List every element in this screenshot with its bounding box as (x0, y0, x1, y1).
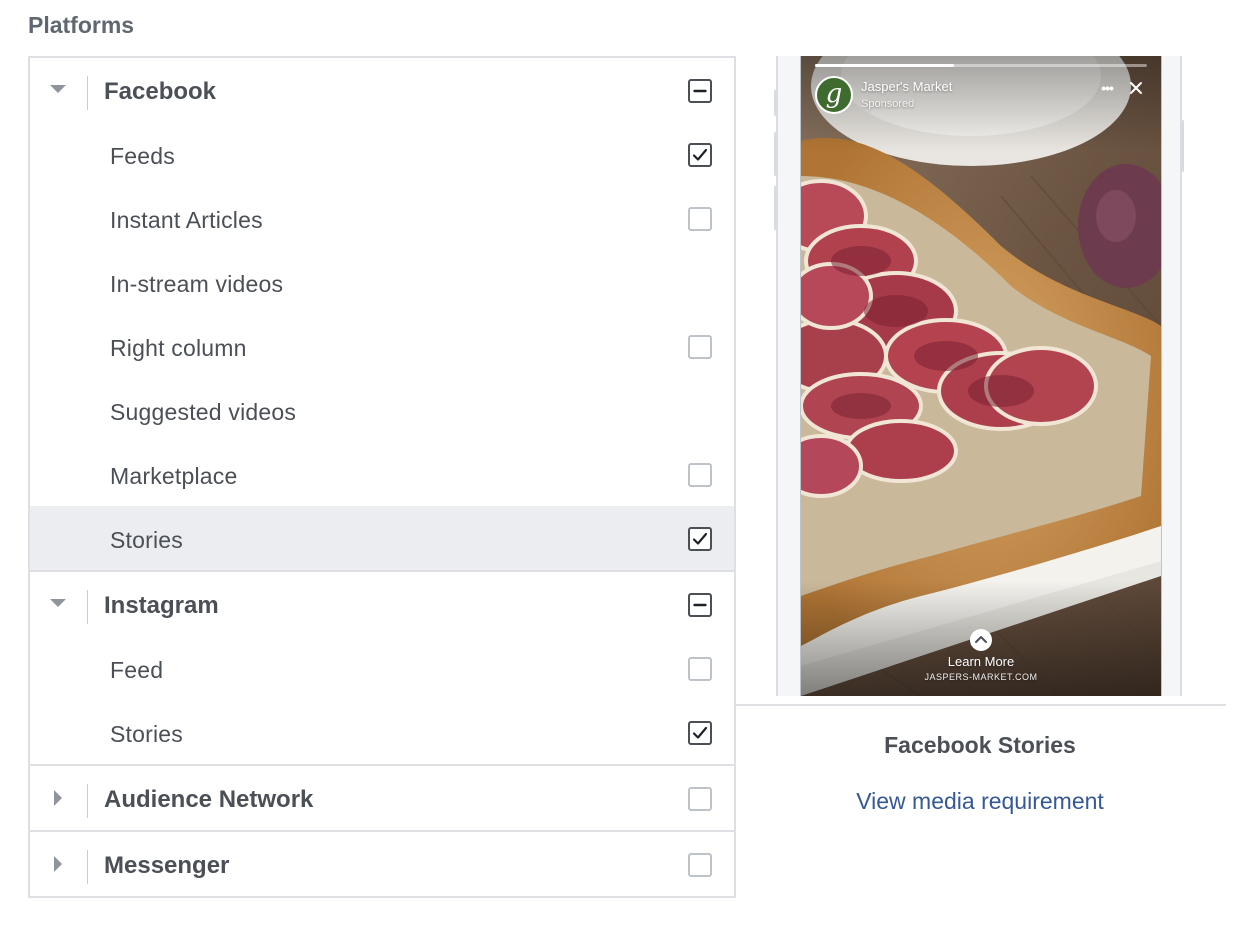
phone-side-button (774, 132, 777, 176)
placement-checkbox-facebook-instant-articles[interactable] (688, 207, 712, 231)
story-progress-bar (815, 64, 1147, 67)
caret-down-icon[interactable] (46, 78, 70, 102)
story-ad-preview: g Jasper's Market Sponsored ••• Learn Mo… (774, 56, 1184, 696)
close-icon[interactable] (1127, 79, 1145, 97)
minus-icon (693, 89, 707, 93)
platform-group-instagram: Instagram Feed Stories (30, 570, 734, 764)
view-media-requirement-link[interactable]: View media requirement (734, 786, 1226, 816)
platform-row-messenger[interactable]: Messenger (30, 832, 734, 896)
platform-label: Instagram (104, 592, 219, 619)
placement-label: Suggested videos (110, 399, 297, 425)
platform-label: Audience Network (104, 786, 314, 813)
placement-checkbox-instagram-stories[interactable] (688, 721, 712, 745)
phone-side-button (774, 90, 777, 116)
phone-screen: g Jasper's Market Sponsored ••• Learn Mo… (800, 56, 1162, 696)
platform-group-audience-network: Audience Network (30, 764, 734, 830)
platform-row-facebook[interactable]: Facebook (30, 58, 734, 122)
checkmark-icon (692, 532, 708, 545)
placement-label: In-stream videos (110, 271, 284, 297)
platform-divider (87, 76, 88, 110)
placements-panel: Facebook Feeds Instant Articles In-stream v… (28, 56, 736, 898)
placement-label: Marketplace (110, 463, 238, 489)
cta-learn-more[interactable]: Learn More (801, 654, 1161, 669)
placement-checkbox-facebook-marketplace[interactable] (688, 463, 712, 487)
chevron-up-icon[interactable] (970, 629, 992, 651)
placement-row-facebook-instant-articles[interactable]: Instant Articles (30, 186, 734, 250)
platform-group-facebook: Facebook Feeds Instant Articles In-stream v… (30, 58, 734, 570)
caret-down-icon[interactable] (46, 592, 70, 616)
placement-label: Stories (110, 527, 183, 553)
platform-divider (87, 850, 88, 884)
sponsored-label: Sponsored (861, 98, 915, 110)
checkmark-icon (692, 726, 708, 739)
phone-side-button (1181, 120, 1184, 172)
checkmark-icon (692, 148, 708, 161)
platform-divider (87, 784, 88, 818)
placement-checkbox-instagram-feed[interactable] (688, 657, 712, 681)
platform-checkbox-audience-network[interactable] (688, 787, 712, 811)
placement-row-facebook-feeds[interactable]: Feeds (30, 122, 734, 186)
placement-row-facebook-marketplace[interactable]: Marketplace (30, 442, 734, 506)
platform-group-messenger: Messenger (30, 830, 734, 896)
placement-checkbox-facebook-feeds[interactable] (688, 143, 712, 167)
platform-row-instagram[interactable]: Instagram (30, 572, 734, 636)
platform-row-audience-network[interactable]: Audience Network (30, 766, 734, 830)
placement-label: Feed (110, 657, 164, 683)
placement-row-facebook-in-stream-videos[interactable]: In-stream videos (30, 250, 734, 314)
minus-icon (693, 603, 707, 607)
platform-checkbox-messenger[interactable] (688, 853, 712, 877)
platform-divider (87, 590, 88, 624)
section-title: Platforms (28, 12, 135, 38)
caret-right-icon[interactable] (46, 852, 70, 876)
placement-row-facebook-right-column[interactable]: Right column (30, 314, 734, 378)
preview-divider (734, 704, 1226, 706)
placement-row-instagram-feed[interactable]: Feed (30, 636, 734, 700)
platform-label: Facebook (104, 78, 217, 105)
platform-checkbox-facebook[interactable] (688, 79, 712, 103)
platform-checkbox-instagram[interactable] (688, 593, 712, 617)
placement-label: Feeds (110, 143, 175, 169)
story-progress-fill (815, 64, 955, 67)
placement-row-facebook-stories[interactable]: Stories (30, 506, 734, 570)
placement-label: Right column (110, 335, 247, 361)
ellipsis-icon[interactable]: ••• (1096, 80, 1118, 96)
brand-name: Jasper's Market (861, 79, 953, 94)
placement-label: Instant Articles (110, 207, 263, 233)
placement-row-instagram-stories[interactable]: Stories (30, 700, 734, 764)
placement-label: Stories (110, 721, 183, 747)
caret-right-icon[interactable] (46, 786, 70, 810)
phone-side-button (774, 186, 777, 230)
placement-checkbox-facebook-stories[interactable] (688, 527, 712, 551)
fig-tart-photo (801, 56, 1161, 696)
preview-placement-title: Facebook Stories (884, 732, 1076, 758)
placement-row-facebook-suggested-videos[interactable]: Suggested videos (30, 378, 734, 442)
placement-checkbox-facebook-right-column[interactable] (688, 335, 712, 359)
cta-url: JASPERS-MARKET.COM (924, 672, 1038, 682)
brand-avatar: g (815, 76, 853, 114)
platform-label: Messenger (104, 852, 230, 879)
